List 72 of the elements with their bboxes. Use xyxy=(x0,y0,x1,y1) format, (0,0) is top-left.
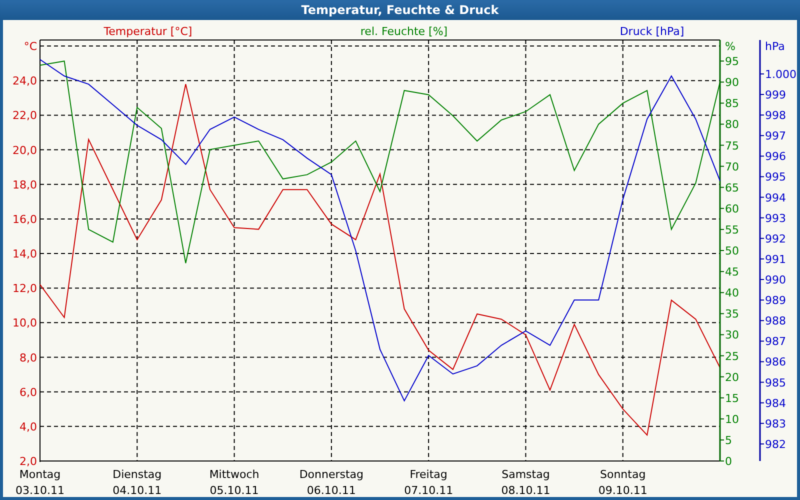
axis-tick-label: 985 xyxy=(765,376,786,390)
axis-tick-label: 987 xyxy=(765,335,786,348)
date-label: 07.10.11 xyxy=(404,484,454,497)
axis-unit-label: hPa xyxy=(765,40,785,53)
axis-tick-label: 4,0 xyxy=(20,420,37,434)
axis-tick-label: 80 xyxy=(725,118,739,132)
axis-unit-label: % xyxy=(725,40,736,53)
axis-tick-label: 20 xyxy=(725,370,739,384)
axis-tick-label: 999 xyxy=(765,88,786,102)
axis-tick-label: 14,0 xyxy=(12,248,37,261)
axis-tick-label: 22,0 xyxy=(12,109,37,122)
axis-tick-label: 18,0 xyxy=(12,178,37,192)
day-label: Mittwoch xyxy=(209,468,260,481)
axis-tick-label: 996 xyxy=(765,150,786,164)
axis-tick-label: 10 xyxy=(725,412,739,426)
axis-tick-label: 983 xyxy=(765,417,786,430)
axis-tick-label: 60 xyxy=(725,202,739,216)
axis-tick-label: 994 xyxy=(765,191,786,204)
axis-tick-label: 50 xyxy=(725,244,739,258)
axis-tick-label: 16,0 xyxy=(12,212,37,226)
axis-tick-label: 75 xyxy=(725,139,739,152)
axis-tick-label: 997 xyxy=(765,130,786,143)
day-label: Freitag xyxy=(410,468,448,481)
axis-tick-label: 85 xyxy=(725,97,739,110)
axis-tick-label: 988 xyxy=(765,314,786,328)
axis-tick-label: 8,0 xyxy=(20,351,37,364)
axis-tick-label: 6,0 xyxy=(20,386,37,399)
series-title: Temperatur [°C] xyxy=(104,25,192,38)
axis-tick-label: 90 xyxy=(725,76,739,90)
axis-tick-label: 25 xyxy=(725,350,739,363)
axis-tick-label: 55 xyxy=(725,223,739,236)
axis-tick-label: 998 xyxy=(765,109,786,122)
axis-tick-label: 0 xyxy=(725,455,732,468)
date-label: 08.10.11 xyxy=(501,484,550,497)
axis-tick-label: 992 xyxy=(765,232,786,246)
date-label: 03.10.11 xyxy=(16,484,64,497)
axis-tick-label: 20,0 xyxy=(12,144,37,157)
axis-tick-label: 991 xyxy=(765,252,786,266)
window-title: Temperatur, Feuchte & Druck xyxy=(0,0,800,20)
axis-tick-label: 993 xyxy=(765,212,786,225)
axis-unit-label: °C xyxy=(24,40,37,53)
axis-tick-label: 986 xyxy=(765,356,786,369)
day-label: Dienstag xyxy=(112,468,162,481)
axis-tick-label: 10,0 xyxy=(12,316,37,330)
axis-tick-label: 990 xyxy=(765,273,786,286)
axis-tick-label: 12,0 xyxy=(12,282,37,296)
axis-tick-label: 95 xyxy=(725,55,739,68)
date-label: 09.10.11 xyxy=(598,484,648,497)
axis-tick-label: 982 xyxy=(765,438,786,451)
axis-tick-label: 5 xyxy=(725,434,732,447)
axis-tick-label: 989 xyxy=(765,294,786,308)
day-label: Donnerstag xyxy=(299,468,364,481)
day-label: Samstag xyxy=(502,468,550,481)
axis-tick-label: 995 xyxy=(765,170,786,184)
axis-tick-label: 30 xyxy=(725,328,739,342)
date-label: 04.10.11 xyxy=(112,484,162,497)
axis-tick-label: 40 xyxy=(725,286,739,300)
axis-tick-label: 15 xyxy=(725,392,739,405)
series-title: Druck [hPa] xyxy=(620,25,684,38)
date-label: 06.10.11 xyxy=(306,484,356,497)
axis-tick-label: 65 xyxy=(725,181,739,194)
day-label: Montag xyxy=(19,468,61,481)
axis-tick-label: 2,0 xyxy=(20,455,37,468)
axis-tick-label: 1.000 xyxy=(765,68,796,81)
series-title: rel. Feuchte [%] xyxy=(360,25,448,38)
axis-tick-label: 70 xyxy=(725,160,739,174)
axis-tick-label: 35 xyxy=(725,308,739,321)
date-label: 05.10.11 xyxy=(210,484,259,497)
axis-tick-label: 24,0 xyxy=(12,74,37,88)
axis-tick-label: 45 xyxy=(725,266,739,279)
day-label: Sonntag xyxy=(600,468,646,481)
axis-tick-label: 984 xyxy=(765,396,786,410)
